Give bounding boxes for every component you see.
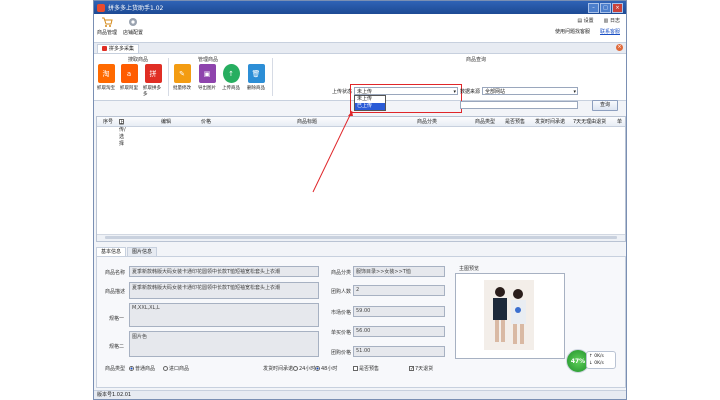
download-speed: ↓ 0K/s: [589, 361, 604, 366]
upload-speed: ↑ 0K/s: [589, 354, 604, 359]
annotation-arrow: [312, 110, 353, 193]
network-speed-box: ↑ 0K/s ↓ 0K/s: [586, 351, 616, 369]
